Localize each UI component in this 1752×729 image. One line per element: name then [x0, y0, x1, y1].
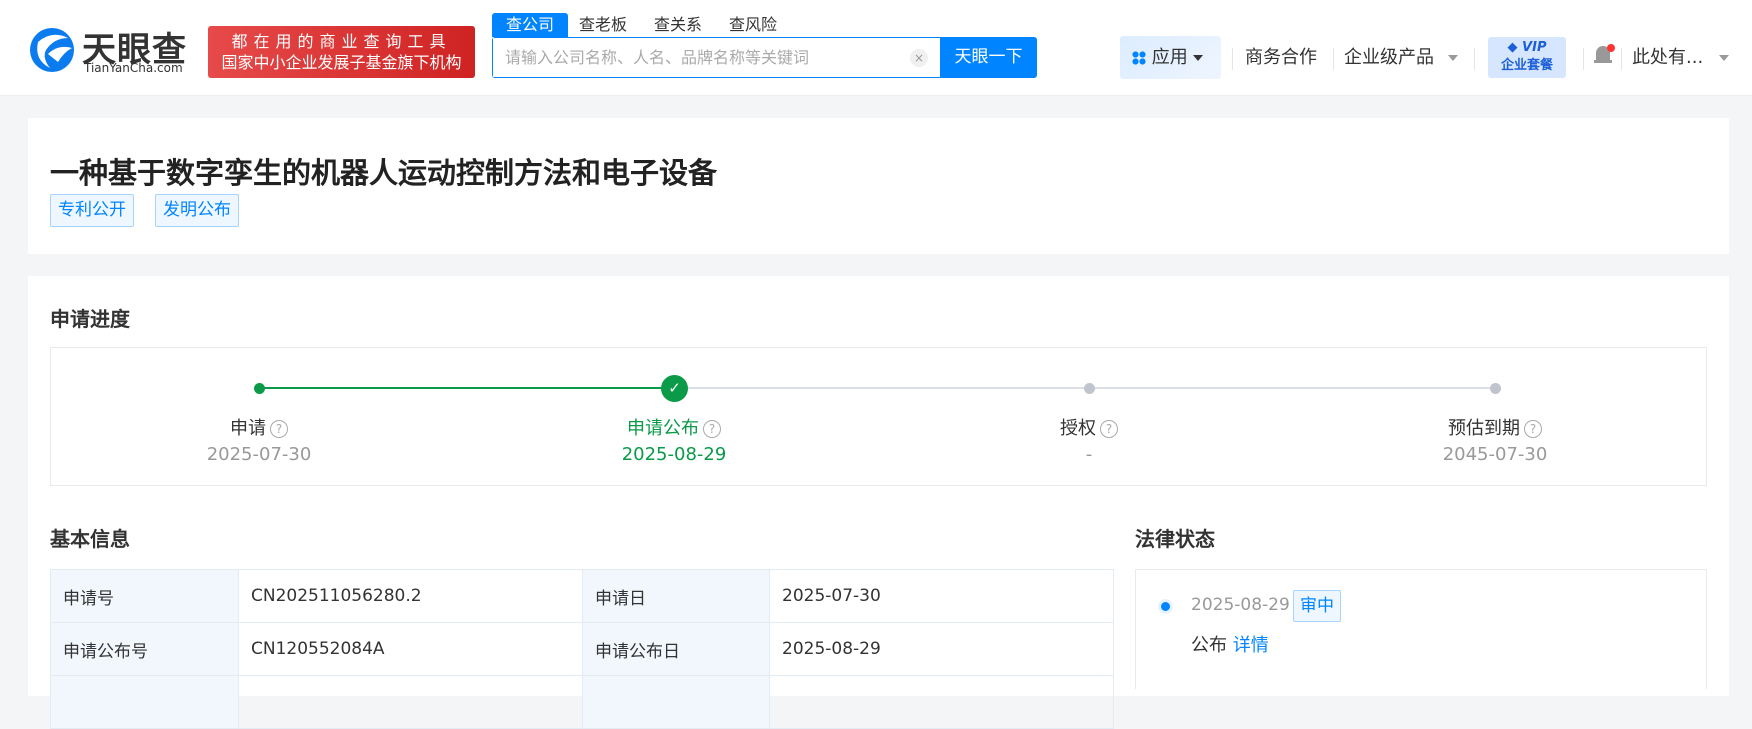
search-box: ×	[492, 37, 940, 78]
step-date: -	[1085, 444, 1093, 465]
field-value: 2025-08-29	[769, 622, 1114, 676]
step-grant: 授权? -	[939, 414, 1239, 465]
status-badge: 审中	[1293, 590, 1341, 622]
tab-boss[interactable]: 查老板	[565, 13, 641, 37]
tab-relation[interactable]: 查关系	[640, 13, 716, 37]
divider	[1583, 48, 1584, 70]
step-dot-pending	[1084, 383, 1095, 394]
tag-patent-public: 专利公开	[50, 194, 134, 227]
logo-domain: TianYanCha.com	[84, 61, 183, 75]
vip-button[interactable]: ◆ VIP 企业套餐	[1488, 37, 1566, 78]
table-row: 申请号 CN202511056280.2 申请日 2025-07-30	[50, 569, 1114, 623]
enterprise-products-menu[interactable]: 企业级产品	[1344, 36, 1458, 79]
search-input[interactable]	[493, 38, 893, 77]
divider	[1474, 48, 1475, 70]
step-date: 2025-08-29	[621, 444, 727, 465]
badge-line2: 国家中小企业发展子基金旗下机构	[221, 53, 462, 72]
user-name: 此处有...	[1632, 47, 1704, 68]
field-value: 2025-07-30	[769, 569, 1114, 623]
tianyancha-logo-icon[interactable]	[28, 24, 76, 76]
tab-company[interactable]: 查公司	[492, 13, 569, 37]
field-label: 申请公布号	[50, 622, 239, 676]
help-icon[interactable]: ?	[270, 420, 288, 438]
step-label: 申请公布	[627, 418, 699, 439]
top-header: 天眼查 TianYanCha.com 都在用的商业查询工具 国家中小企业发展子基…	[0, 0, 1752, 96]
promo-badge: 都在用的商业查询工具 国家中小企业发展子基金旗下机构	[208, 26, 475, 78]
business-link[interactable]: 商务合作	[1245, 36, 1317, 79]
field-label: 申请公布日	[582, 622, 770, 676]
bell-icon[interactable]	[1593, 44, 1615, 68]
user-menu[interactable]: 此处有...	[1632, 36, 1730, 79]
legal-status-box	[1135, 569, 1707, 689]
divider	[1232, 48, 1233, 70]
vip-sub-label: 企业套餐	[1500, 58, 1553, 73]
step-label: 申请	[230, 418, 266, 439]
legal-status-heading: 法律状态	[1135, 527, 1215, 551]
progress-line-done	[259, 387, 674, 389]
field-label: 申请号	[50, 569, 239, 623]
basic-info-heading: 基本信息	[50, 527, 130, 551]
step-dot-done	[254, 383, 265, 394]
legal-date: 2025-08-29	[1191, 595, 1290, 615]
field-value: CN202511056280.2	[238, 569, 583, 623]
step-publish: 申请公布? 2025-08-29	[524, 414, 824, 465]
notification-dot	[1607, 44, 1615, 52]
step-label: 授权	[1060, 418, 1096, 439]
divider	[1621, 48, 1622, 70]
caret-down-icon	[1448, 55, 1458, 61]
field-label: 申请日	[582, 569, 770, 623]
timeline-dot	[1161, 602, 1170, 611]
field-value: CN120552084A	[238, 622, 583, 676]
help-icon[interactable]: ?	[1100, 420, 1118, 438]
step-label: 预估到期	[1448, 418, 1520, 439]
step-expiry: 预估到期? 2045-07-30	[1345, 414, 1645, 465]
patent-title: 一种基于数字孪生的机器人运动控制方法和电子设备	[50, 156, 718, 190]
apps-grid-icon	[1132, 51, 1146, 65]
title-card: 一种基于数字孪生的机器人运动控制方法和电子设备	[28, 118, 1729, 254]
progress-heading: 申请进度	[50, 307, 130, 331]
step-apply: 申请? 2025-07-30	[109, 414, 409, 465]
check-icon: ✓	[661, 375, 688, 402]
tab-risk[interactable]: 查风险	[715, 13, 791, 37]
enterprise-label: 企业级产品	[1344, 47, 1434, 68]
help-icon[interactable]: ?	[703, 420, 721, 438]
help-icon[interactable]: ?	[1524, 420, 1542, 438]
step-date: 2025-07-30	[206, 444, 312, 465]
legal-event: 公布 详情	[1191, 631, 1269, 657]
apps-button[interactable]: 应用	[1120, 36, 1221, 79]
search-button[interactable]: 天眼一下	[940, 37, 1037, 78]
legal-event-label: 公布	[1191, 635, 1227, 656]
clear-icon[interactable]: ×	[910, 49, 928, 67]
divider	[1333, 48, 1334, 70]
tag-invention-publish: 发明公布	[155, 194, 239, 227]
step-dot-pending	[1490, 383, 1501, 394]
basic-info-table: 申请号 CN202511056280.2 申请日 2025-07-30 申请公布…	[50, 569, 1114, 729]
details-link[interactable]: 详情	[1233, 635, 1269, 656]
apps-label: 应用	[1151, 47, 1188, 68]
diamond-icon: ◆	[1507, 40, 1518, 55]
step-date: 2045-07-30	[1442, 444, 1548, 465]
caret-down-icon	[1719, 55, 1730, 61]
table-row: 申请公布号 CN120552084A 申请公布日 2025-08-29	[50, 622, 1114, 676]
vip-label: VIP	[1522, 40, 1547, 55]
badge-line1: 都在用的商业查询工具	[231, 32, 452, 51]
table-row	[50, 675, 1114, 729]
caret-down-icon	[1192, 55, 1203, 61]
